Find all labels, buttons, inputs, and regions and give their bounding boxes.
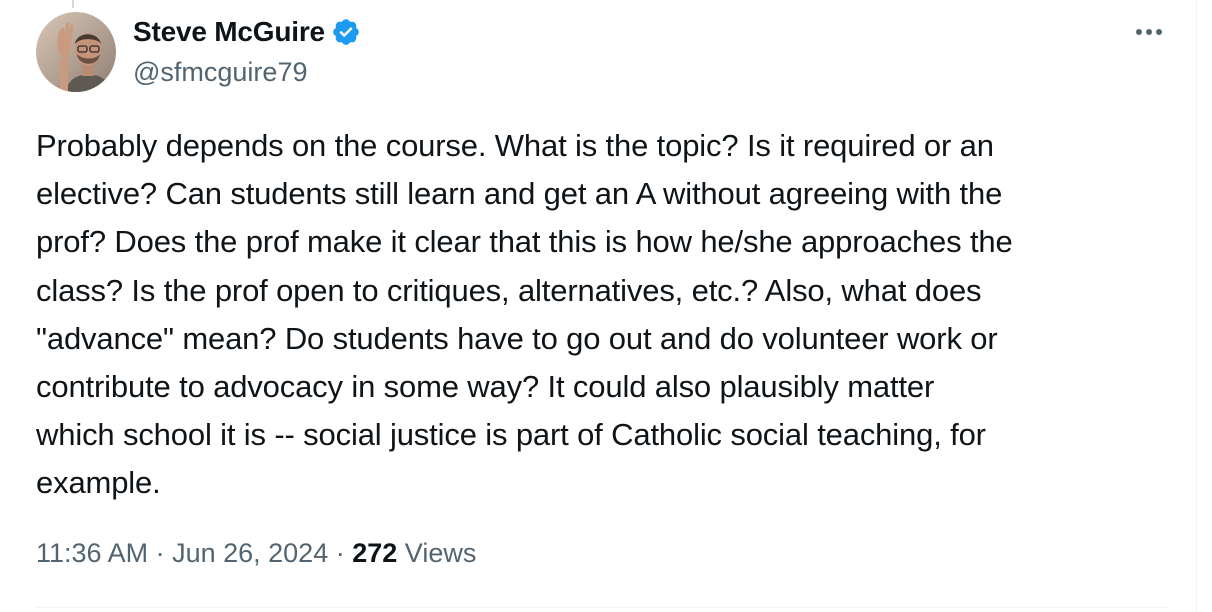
tweet-text: Probably depends on the course. What is … xyxy=(36,128,1013,501)
views-label: Views xyxy=(404,538,477,568)
avatar[interactable] xyxy=(36,12,116,92)
tweet-date[interactable]: Jun 26, 2024 xyxy=(172,538,328,569)
divider xyxy=(36,607,1168,608)
author-name-row[interactable]: Steve McGuire xyxy=(133,16,361,48)
views-count: 272 xyxy=(352,538,398,568)
tweet-metadata: 11:36 AM · Jun 26, 2024 · 272 Views xyxy=(36,538,476,569)
author-display-name[interactable]: Steve McGuire xyxy=(133,16,325,48)
meta-separator: · xyxy=(328,538,353,568)
tweet-time[interactable]: 11:36 AM xyxy=(36,538,148,569)
author-handle[interactable]: @sfmcguire79 xyxy=(133,57,307,88)
more-horizontal-icon[interactable] xyxy=(1131,20,1167,44)
views-spacer xyxy=(397,538,405,569)
tweet-card: Steve McGuire @sfmcguire79 Probably depe… xyxy=(0,0,1197,612)
meta-separator: · xyxy=(148,538,173,568)
thread-connector-line xyxy=(72,0,74,8)
verified-badge-icon[interactable] xyxy=(331,17,361,47)
